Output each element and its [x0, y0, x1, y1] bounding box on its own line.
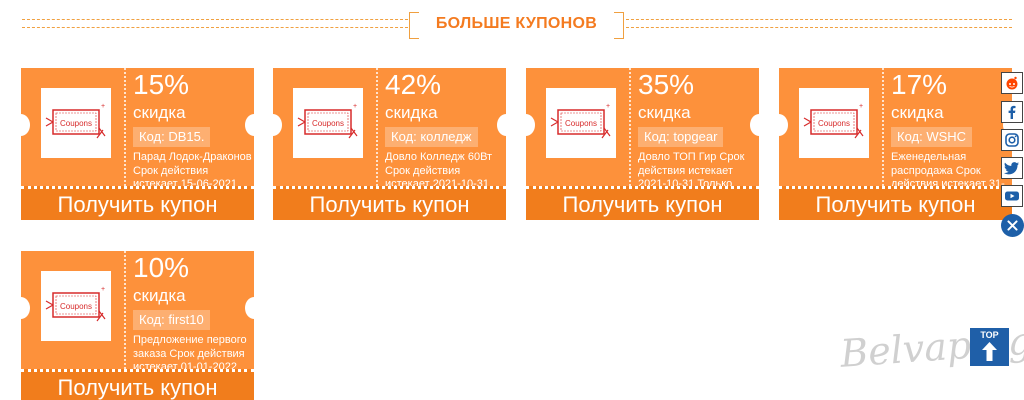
- discount-label: скидка: [133, 286, 186, 305]
- instagram-share-button[interactable]: [1001, 129, 1023, 151]
- twitter-icon: [1004, 162, 1019, 175]
- coupon-code[interactable]: Код: topgear: [638, 127, 724, 147]
- header-divider-left: [22, 19, 408, 28]
- ticket-notch: [21, 297, 30, 319]
- discount-percent: 35%: [638, 69, 695, 100]
- ticket-notch: [21, 114, 30, 136]
- twitter-share-button[interactable]: [1001, 157, 1023, 179]
- header-bracket-right: [614, 12, 624, 39]
- ticket-notch: [750, 114, 759, 136]
- discount-percent: 17%: [891, 69, 948, 100]
- coupon-card: Coupons + 10% скидка Код: first10 Предло…: [21, 251, 254, 400]
- coupon-card: Coupons + 15% скидка Код: DB15. Парад Ло…: [21, 68, 254, 220]
- get-coupon-button[interactable]: Получить купон: [779, 192, 1012, 218]
- ticket-notch: [245, 297, 254, 319]
- reddit-icon: [1006, 76, 1018, 90]
- svg-text:+: +: [101, 103, 105, 110]
- coupon-logo-text: Coupons: [565, 119, 597, 128]
- section-title: БОЛЬШЕ КУПОНОВ: [435, 15, 598, 32]
- instagram-icon: [1005, 133, 1019, 147]
- divider: [629, 68, 631, 186]
- coupon-logo: Coupons +: [41, 88, 111, 158]
- coupons-logo-icon: Coupons +: [45, 286, 106, 322]
- coupon-logo-text: Coupons: [818, 119, 850, 128]
- discount-percent: 42%: [385, 69, 442, 100]
- discount-label: скидка: [133, 103, 186, 122]
- ticket-notch: [497, 114, 506, 136]
- coupon-logo: Coupons +: [293, 88, 363, 158]
- svg-text:+: +: [101, 286, 105, 293]
- divider: [882, 68, 884, 186]
- reddit-share-button[interactable]: [1001, 72, 1023, 94]
- header-divider-right: [626, 19, 1012, 28]
- coupon-code[interactable]: Код: колледж: [385, 127, 478, 147]
- divider: [124, 251, 126, 369]
- ticket-notch: [245, 114, 254, 136]
- coupon-logo: Coupons +: [799, 88, 869, 158]
- facebook-icon: [1008, 105, 1016, 119]
- ticket-notch: [526, 114, 535, 136]
- get-coupon-button[interactable]: Получить купон: [21, 192, 254, 218]
- discount-percent: 10%: [133, 252, 190, 283]
- close-icon: [1007, 220, 1018, 231]
- coupon-code[interactable]: Код: WSHC: [891, 127, 973, 147]
- divider: [376, 68, 378, 186]
- coupon-logo-text: Coupons: [60, 302, 92, 311]
- coupon-logo: Coupons +: [546, 88, 616, 158]
- svg-text:+: +: [859, 103, 863, 110]
- back-to-top-button[interactable]: TOP: [970, 328, 1009, 366]
- coupons-logo-icon: Coupons +: [45, 103, 106, 139]
- coupons-logo-icon: Coupons +: [550, 103, 611, 139]
- coupon-logo-text: Coupons: [60, 119, 92, 128]
- discount-label: скидка: [891, 103, 944, 122]
- get-coupon-button[interactable]: Получить купон: [273, 192, 506, 218]
- coupon-logo: Coupons +: [41, 271, 111, 341]
- discount-label: скидка: [638, 103, 691, 122]
- facebook-share-button[interactable]: [1001, 101, 1023, 123]
- divider: [124, 68, 126, 186]
- discount-percent: 15%: [133, 69, 190, 100]
- coupon-card: Coupons + 17% скидка Код: WSHC Еженедель…: [779, 68, 1012, 220]
- svg-text:+: +: [353, 103, 357, 110]
- header-bracket-left: [409, 12, 419, 39]
- coupon-code[interactable]: Код: first10: [133, 310, 210, 330]
- coupons-logo-icon: Coupons +: [803, 103, 864, 139]
- arrow-up-icon: [982, 342, 997, 361]
- coupon-code[interactable]: Код: DB15.: [133, 127, 211, 147]
- discount-label: скидка: [385, 103, 438, 122]
- svg-text:+: +: [606, 103, 610, 110]
- coupons-logo-icon: Coupons +: [297, 103, 358, 139]
- coupon-logo-text: Coupons: [312, 119, 344, 128]
- ticket-notch: [779, 114, 788, 136]
- get-coupon-button[interactable]: Получить купон: [21, 375, 254, 400]
- coupon-card: Coupons + 35% скидка Код: topgear Довло …: [526, 68, 759, 220]
- get-coupon-button[interactable]: Получить купон: [526, 192, 759, 218]
- coupon-card: Coupons + 42% скидка Код: колледж Довло …: [273, 68, 506, 220]
- ticket-notch: [273, 114, 282, 136]
